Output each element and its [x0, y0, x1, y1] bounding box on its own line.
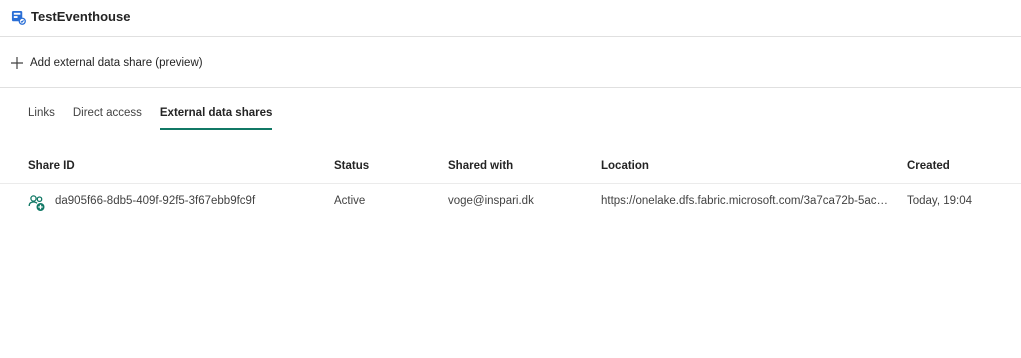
tab-direct-access[interactable]: Direct access — [73, 104, 142, 130]
column-header-location[interactable]: Location — [601, 160, 649, 172]
add-external-data-share-button[interactable]: Add external data share (preview) — [10, 53, 203, 73]
page-title: TestEventhouse — [31, 9, 131, 24]
created-cell: Today, 19:04 — [907, 195, 973, 207]
share-id-cell[interactable]: da905f66-8db5-409f-92f5-3f67ebb9fc9f — [55, 195, 255, 207]
column-header-status[interactable]: Status — [334, 160, 369, 172]
tab-links[interactable]: Links — [28, 104, 55, 130]
tab-list: Links Direct access External data shares — [28, 104, 290, 130]
location-cell: https://onelake.dfs.fabric.microsoft.com… — [601, 195, 894, 207]
eventhouse-icon — [11, 10, 26, 25]
toolbar: Add external data share (preview) — [0, 37, 1021, 88]
title-bar: TestEventhouse — [0, 0, 1021, 37]
status-cell: Active — [334, 195, 366, 207]
table-row[interactable]: da905f66-8db5-409f-92f5-3f67ebb9fc9f Act… — [0, 184, 1021, 222]
tab-external-data-shares[interactable]: External data shares — [159, 104, 273, 130]
table-header: Share ID Status Shared with Location Cre… — [0, 150, 1021, 184]
add-external-data-share-label: Add external data share (preview) — [30, 57, 203, 69]
plus-icon — [11, 57, 23, 69]
column-header-share-id[interactable]: Share ID — [28, 160, 75, 172]
column-header-created[interactable]: Created — [907, 160, 950, 172]
shares-table: Share ID Status Shared with Location Cre… — [0, 150, 1021, 222]
column-header-shared-with[interactable]: Shared with — [448, 160, 513, 172]
shared-with-cell: voge@inspari.dk — [448, 195, 534, 207]
share-user-add-icon — [28, 195, 45, 211]
